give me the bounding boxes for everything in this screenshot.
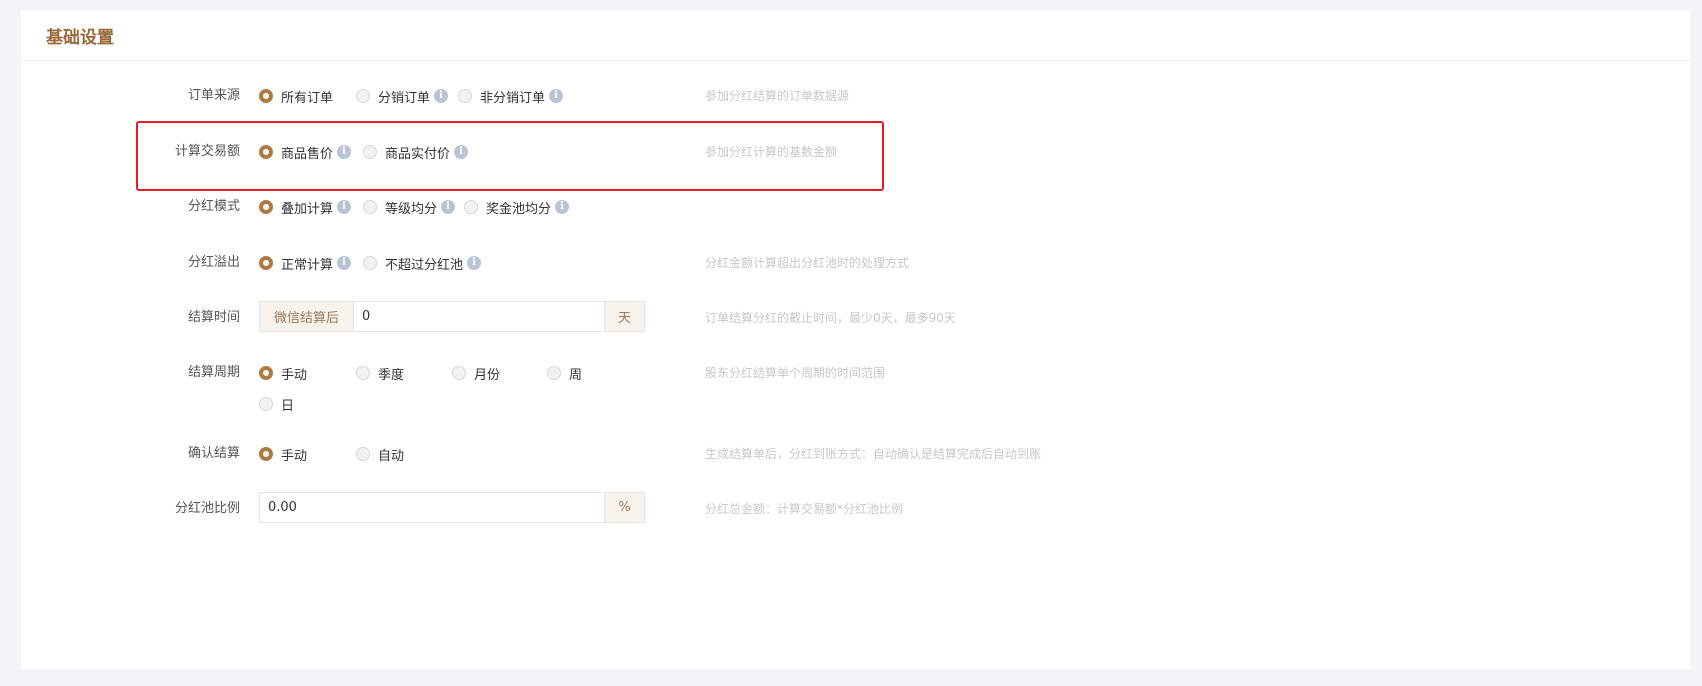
info-icon[interactable]: i — [337, 200, 352, 214]
radio-label: 自动 — [378, 448, 405, 464]
radio-dot — [547, 366, 561, 380]
dividend-overflow-label: 分红溢出 — [187, 255, 240, 270]
radio-dot — [259, 397, 273, 411]
radio-product-paid-price[interactable]: 商品实付价 i — [363, 142, 469, 162]
radio-label: 所有订单 — [281, 90, 334, 106]
radio-level-split[interactable]: 等级均分 i — [363, 197, 456, 217]
trade-amount-hint: 参加分红计算的基数金额 — [705, 145, 838, 159]
radio-label: 手动 — [281, 367, 308, 383]
radio-dot — [356, 447, 370, 461]
info-icon[interactable]: i — [549, 89, 564, 103]
radio-label: 非分销订单 — [480, 90, 546, 106]
settle-time-label: 结算时间 — [187, 310, 240, 325]
radio-period-week[interactable]: 周 — [547, 363, 582, 383]
confirm-settle-label: 确认结算 — [187, 446, 240, 461]
radio-dot-checked — [259, 145, 273, 159]
dividend-mode-label: 分红模式 — [187, 199, 240, 214]
radio-period-manual[interactable]: 手动 — [259, 363, 307, 383]
dividend-overflow-hint: 分红金额计算超出分红池时的处理方式 — [705, 256, 910, 270]
radio-confirm-auto[interactable]: 自动 — [356, 444, 404, 464]
pool-ratio-label: 分红池比例 — [174, 501, 240, 516]
radio-label: 手动 — [281, 448, 308, 464]
pool-ratio-input-group: % — [259, 492, 645, 523]
info-icon[interactable]: i — [434, 89, 449, 103]
settle-time-input-group: 微信结算后 天 — [259, 301, 645, 332]
info-icon[interactable]: i — [337, 145, 352, 159]
radio-dot — [356, 89, 370, 103]
radio-label: 等级均分 — [385, 201, 438, 217]
info-icon[interactable]: i — [337, 256, 352, 270]
radio-label: 月份 — [474, 367, 501, 383]
radio-pool-split[interactable]: 奖金池均分 i — [464, 197, 570, 217]
settle-period-hint: 股东分红结算单个周期的时间范围 — [705, 366, 886, 380]
settle-time-prefix: 微信结算后 — [260, 302, 355, 331]
info-icon[interactable]: i — [441, 200, 456, 214]
settle-period-label: 结算周期 — [187, 365, 240, 380]
radio-not-exceed-pool[interactable]: 不超过分红池 i — [363, 253, 482, 273]
radio-dot — [363, 145, 377, 159]
radio-product-price[interactable]: 商品售价 i — [259, 142, 352, 162]
order-source-label: 订单来源 — [187, 88, 240, 103]
radio-dot — [452, 366, 466, 380]
pool-ratio-hint: 分红总金额：计算交易额*分红池比例 — [705, 502, 904, 516]
settle-time-suffix: 天 — [604, 302, 644, 331]
order-source-hint: 参加分红结算的订单数据源 — [705, 89, 850, 103]
radio-distribution-orders[interactable]: 分销订单 i — [356, 86, 449, 106]
radio-period-month[interactable]: 月份 — [452, 363, 500, 383]
panel-header: 基础设置 — [21, 10, 1690, 61]
radio-confirm-manual[interactable]: 手动 — [259, 444, 307, 464]
settle-time-input[interactable] — [354, 302, 604, 331]
radio-period-day[interactable]: 日 — [259, 394, 294, 414]
radio-label: 分销订单 — [378, 90, 431, 106]
radio-dot — [458, 89, 472, 103]
radio-label: 正常计算 — [281, 257, 334, 273]
settle-time-hint: 订单结算分红的截止时间，最少0天，最多90天 — [705, 311, 956, 325]
pool-ratio-input[interactable] — [260, 493, 604, 522]
info-icon[interactable]: i — [467, 256, 482, 270]
info-icon[interactable]: i — [454, 145, 469, 159]
radio-period-quarter[interactable]: 季度 — [356, 363, 404, 383]
radio-dot-checked — [259, 447, 273, 461]
radio-label: 日 — [281, 398, 295, 414]
radio-dot-checked — [259, 89, 273, 103]
radio-all-orders[interactable]: 所有订单 — [259, 86, 333, 106]
panel-title: 基础设置 — [46, 27, 114, 48]
radio-label: 不超过分红池 — [385, 257, 464, 273]
radio-dot — [356, 366, 370, 380]
radio-dot-checked — [259, 200, 273, 214]
radio-label: 商品实付价 — [385, 146, 451, 162]
radio-dot-checked — [259, 256, 273, 270]
radio-normal-calc[interactable]: 正常计算 i — [259, 253, 352, 273]
radio-label: 商品售价 — [281, 146, 334, 162]
radio-dot — [363, 200, 377, 214]
radio-label: 季度 — [378, 367, 405, 383]
radio-dot-checked — [259, 366, 273, 380]
info-icon[interactable]: i — [555, 200, 570, 214]
radio-non-distribution-orders[interactable]: 非分销订单 i — [458, 86, 564, 106]
confirm-settle-hint: 生成结算单后，分红到账方式：自动确认是结算完成后自动到账 — [705, 447, 1042, 461]
radio-dot — [363, 256, 377, 270]
radio-label: 周 — [569, 367, 583, 383]
trade-amount-label: 计算交易额 — [174, 144, 240, 159]
pool-ratio-suffix: % — [604, 493, 644, 522]
radio-label: 叠加计算 — [281, 201, 334, 217]
radio-dot — [464, 200, 478, 214]
radio-stack-calc[interactable]: 叠加计算 i — [259, 197, 352, 217]
basic-settings-panel: 基础设置 — [21, 10, 1690, 669]
radio-label: 奖金池均分 — [486, 201, 552, 217]
